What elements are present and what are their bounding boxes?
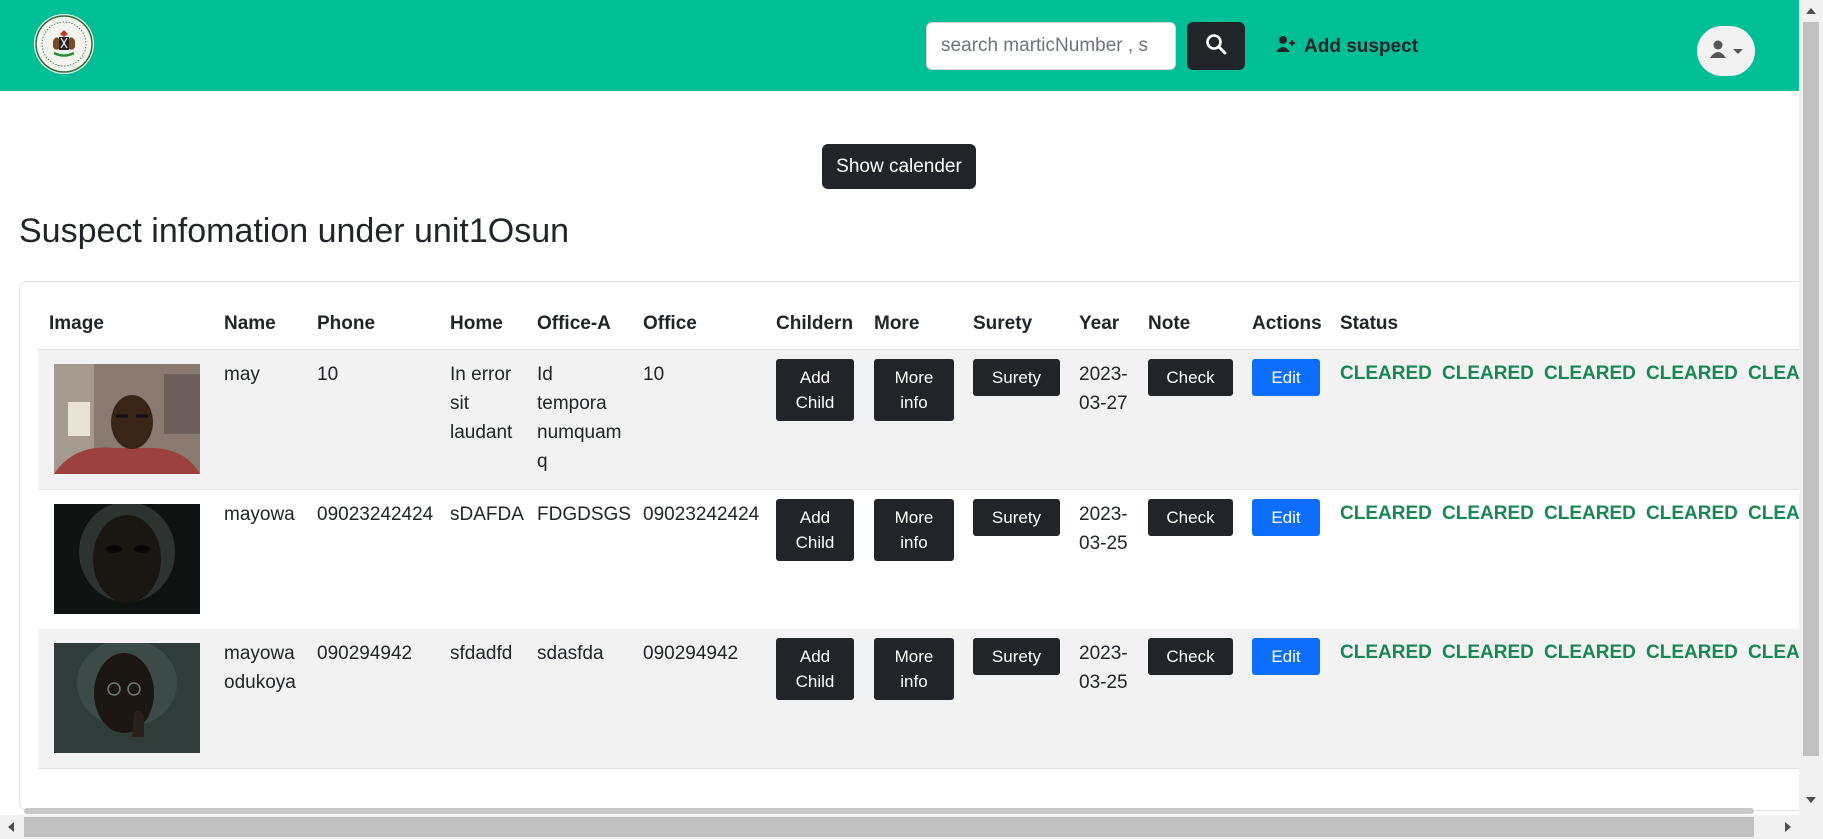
status-badge: CLEARED bbox=[1442, 363, 1534, 384]
status-badge: CLEARED bbox=[1340, 363, 1432, 384]
status-badge: CLEARED bbox=[1748, 363, 1799, 384]
status-badge: CLEARED bbox=[1646, 642, 1738, 663]
vertical-scrollbar-thumb[interactable] bbox=[1803, 22, 1819, 756]
status-badge: CLEARED bbox=[1748, 642, 1799, 663]
status-badge: CLEARED bbox=[1340, 642, 1432, 663]
scroll-right-arrow-icon[interactable] bbox=[1785, 822, 1791, 832]
status-badge: CLEARED bbox=[1748, 503, 1799, 524]
status-badge: CLEARED bbox=[1544, 642, 1636, 663]
scroll-left-arrow-icon[interactable] bbox=[8, 822, 14, 832]
status-badge: CLEARED bbox=[1442, 503, 1534, 524]
status-badge: CLEARED bbox=[1442, 642, 1534, 663]
status-area: CLEARED CLEARED CLEARED CLEARED CLEARED … bbox=[0, 0, 1799, 815]
scroll-down-arrow-icon[interactable] bbox=[1806, 797, 1816, 803]
status-badge: CLEARED bbox=[1544, 363, 1636, 384]
status-badge: CLEARED bbox=[1646, 503, 1738, 524]
status-badge: CLEARED bbox=[1646, 363, 1738, 384]
status-badge: CLEARED bbox=[1340, 503, 1432, 524]
table-scrollbar[interactable] bbox=[24, 808, 1754, 814]
scroll-up-arrow-icon[interactable] bbox=[1806, 8, 1816, 14]
status-badge: CLEARED bbox=[1544, 503, 1636, 524]
horizontal-scrollbar-thumb[interactable] bbox=[24, 817, 1754, 837]
